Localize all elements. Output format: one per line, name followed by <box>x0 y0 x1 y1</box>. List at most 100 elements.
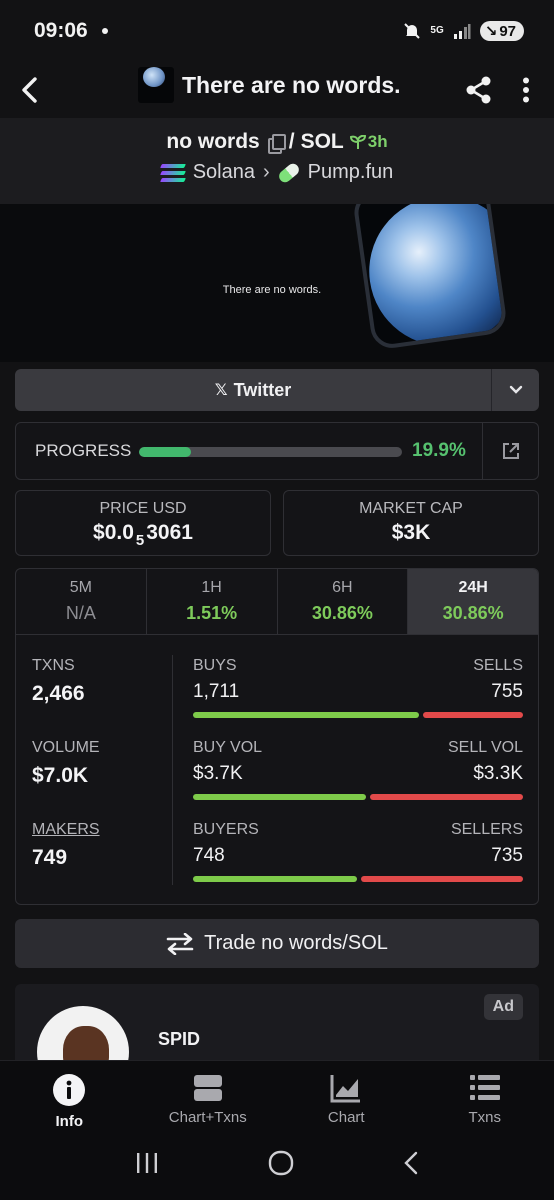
notification-dot <box>101 28 108 34</box>
more-vertical-icon <box>523 77 529 103</box>
app-bar: There are no words. <box>0 62 554 118</box>
chart-icon <box>330 1075 361 1103</box>
system-back-icon <box>404 1151 418 1174</box>
chain-name[interactable]: Solana <box>193 161 255 184</box>
sell-bar <box>423 712 523 718</box>
bottom-navigation: Info Chart+Txns Chart Txns <box>0 1060 554 1130</box>
buy-bar <box>193 794 366 800</box>
token-title: There are no words. <box>138 67 401 103</box>
buy-bar <box>193 876 358 882</box>
sellers-value: 735 <box>491 845 523 866</box>
trade-label: Trade no words/SOL <box>204 932 388 954</box>
status-icons: 5G ↘ 97 <box>403 21 524 41</box>
pair-separator: / <box>288 130 295 153</box>
buyers-sellers-bar <box>193 876 523 882</box>
buys-value: 1,711 <box>193 681 240 702</box>
more-options-button[interactable] <box>514 70 538 110</box>
twitter-label: Twitter <box>233 379 292 400</box>
tab-change: 30.86% <box>442 603 504 623</box>
ad-token-name: SPID <box>158 1029 201 1049</box>
battery-level: 97 <box>499 22 516 40</box>
makers-label[interactable]: MAKERS <box>32 821 100 839</box>
pumpfun-icon <box>276 160 301 185</box>
nav-txns[interactable]: Txns <box>416 1061 554 1130</box>
quote-token-name: SOL <box>300 130 344 153</box>
nav-info[interactable]: Info <box>0 1061 139 1130</box>
social-links-bar: 𝕏 Twitter <box>15 369 539 411</box>
progress-label: PROGRESS <box>35 441 132 460</box>
tab-change: 30.86% <box>311 603 373 623</box>
price-usd-value: $0.0 53061 <box>16 521 270 549</box>
nav-label: Chart <box>327 1109 365 1126</box>
battery-leaf-icon: ↘ <box>484 23 498 40</box>
sell-bar <box>369 794 523 800</box>
sell-bar <box>361 876 523 882</box>
makers-stat[interactable]: MAKERS 749 <box>32 821 100 870</box>
tab-label: 24H <box>458 579 488 596</box>
external-link-icon <box>502 443 519 459</box>
back-arrow-icon <box>22 77 37 103</box>
signal-icon <box>453 24 471 39</box>
mute-icon <box>404 23 421 39</box>
tab-change: 1.51% <box>186 603 238 623</box>
tab-1h[interactable]: 1H 1.51% <box>147 569 278 634</box>
x-logo-icon: 𝕏 <box>214 382 228 399</box>
tab-5m[interactable]: 5M N/A <box>16 569 147 634</box>
system-back-button[interactable] <box>403 1151 419 1180</box>
progress-percent: 19.9% <box>412 440 466 461</box>
open-external-button[interactable] <box>482 423 538 479</box>
sell-vol-label: SELL VOL <box>447 739 523 756</box>
swap-arrows-icon <box>166 932 194 955</box>
makers-value: 749 <box>32 846 68 869</box>
market-cap-label: MARKET CAP <box>359 500 463 517</box>
tab-label: 6H <box>332 579 353 596</box>
info-icon <box>53 1074 86 1106</box>
page-title: There are no words. <box>182 71 401 98</box>
chart-txns-icon <box>193 1075 222 1101</box>
chain-dex-row: Solana › Pump.fun <box>0 160 554 185</box>
buy-vol-value: $3.7K <box>193 763 243 784</box>
system-navigation <box>0 1130 554 1200</box>
chevron-down-icon <box>509 385 522 394</box>
tab-6h[interactable]: 6H 30.86% <box>278 569 409 634</box>
nav-label: Txns <box>468 1109 501 1126</box>
tab-change: N/A <box>65 603 96 623</box>
dex-name[interactable]: Pump.fun <box>308 161 394 184</box>
back-button[interactable] <box>0 62 60 118</box>
timeframe-tabs: 5M N/A 1H 1.51% 6H 30.86% 24H 30.86% <box>16 569 538 635</box>
battery-indicator: ↘ 97 <box>479 21 524 41</box>
market-cap-value: $3K <box>391 521 431 544</box>
buy-sell-volume-stat: BUY VOL SELL VOL $3.7K $3.3K <box>193 739 523 800</box>
share-button[interactable] <box>462 70 496 110</box>
nav-chart[interactable]: Chart <box>277 1061 416 1130</box>
buys-sells-bar <box>193 712 523 718</box>
socials-dropdown-button[interactable] <box>491 369 539 411</box>
buyers-label: BUYERS <box>193 821 259 838</box>
txns-value: 2,466 <box>32 682 85 705</box>
price-suffix: 3061 <box>146 521 193 544</box>
banner-text: There are no words. <box>222 284 322 296</box>
trade-button[interactable]: Trade no words/SOL <box>15 919 539 968</box>
volume-label: VOLUME <box>32 739 100 756</box>
pair-age: 3h <box>349 132 388 152</box>
stats-panel: 5M N/A 1H 1.51% 6H 30.86% 24H 30.86% TXNS 2,… <box>15 568 539 905</box>
sells-label: SELLS <box>473 657 523 674</box>
tab-24h[interactable]: 24H 30.86% <box>408 569 538 634</box>
nav-chart-txns[interactable]: Chart+Txns <box>139 1061 278 1130</box>
sells-value: 755 <box>491 681 523 702</box>
recents-button[interactable] <box>135 1152 159 1179</box>
base-token-name: no words <box>166 130 260 153</box>
home-button[interactable] <box>268 1150 294 1181</box>
buy-bar <box>193 712 420 718</box>
nav-label: Chart+Txns <box>168 1109 247 1126</box>
twitter-button[interactable]: 𝕏 Twitter <box>15 369 491 411</box>
txns-stat: TXNS 2,466 <box>32 657 85 706</box>
home-icon <box>268 1150 294 1175</box>
sprout-icon <box>349 135 366 149</box>
price-usd-label: PRICE USD <box>99 500 187 517</box>
token-image <box>138 67 174 103</box>
market-cap-card: MARKET CAP $3K <box>283 490 539 556</box>
pair-header: no words / SOL 3h Solana › Pump.fun <box>0 118 554 204</box>
price-zero-count: 5 <box>135 532 145 549</box>
copy-icon[interactable] <box>267 133 286 154</box>
